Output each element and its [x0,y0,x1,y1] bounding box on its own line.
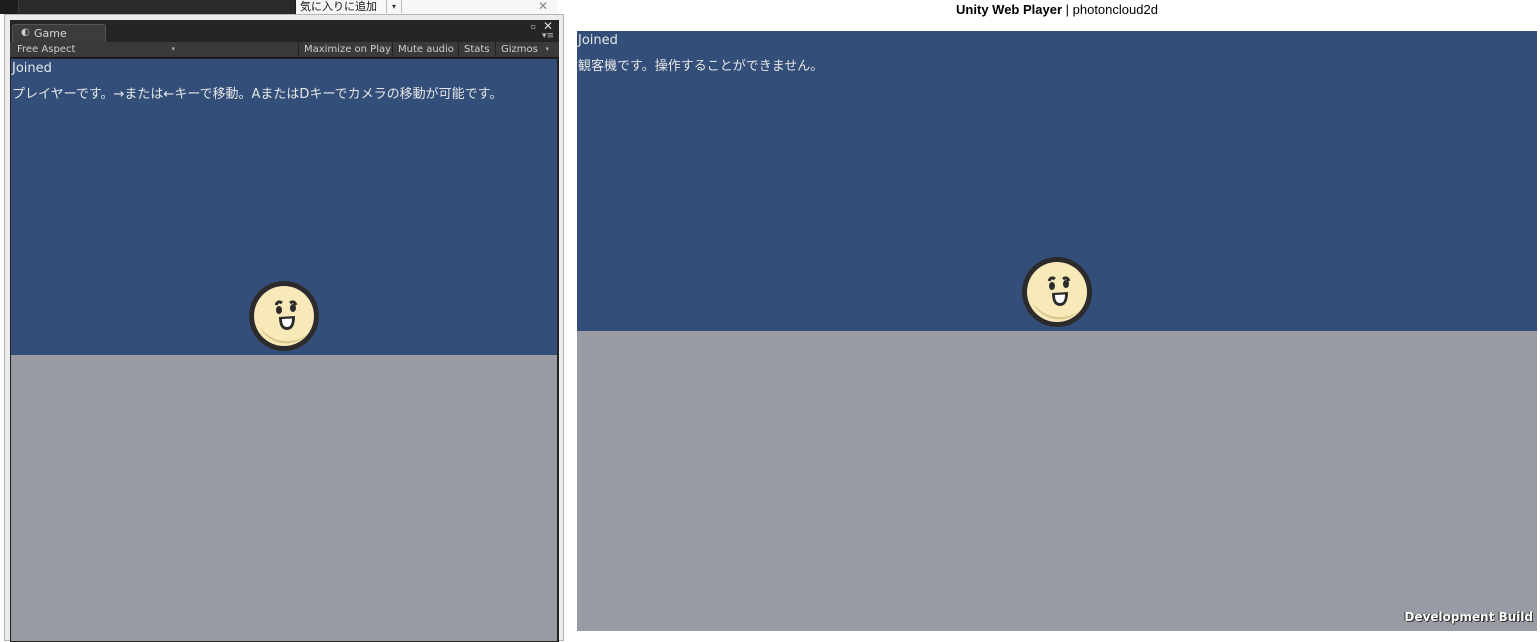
ground-floor [577,331,1537,631]
player-smiley-character [1022,257,1092,327]
panel-menu-icon[interactable]: ▾≡ [542,31,554,41]
page-title-project: photoncloud2d [1072,2,1158,17]
connection-status: Joined [12,61,52,76]
page-title-separator: | [1062,2,1073,17]
favorites-bar: 気に入りに追加 ▾ ✕ [296,0,558,15]
connection-status: Joined [578,33,618,48]
background-window-strip [0,0,296,14]
tab-game-label: Game [34,27,67,40]
development-build-label: Development Build [1404,610,1533,624]
page-title: Unity Web Player | photoncloud2d [577,0,1537,20]
maximize-on-play-toggle[interactable]: Maximize on Play [298,42,392,57]
aspect-label: Free Aspect [17,44,76,55]
editor-game-viewport[interactable]: Joined プレイヤーです。→または←キーで移動。AまたはDキーでカメラの移動… [11,59,557,641]
maximize-icon[interactable]: ▫ [531,22,536,31]
instruction-message: プレイヤーです。→または←キーで移動。AまたはDキーでカメラの移動が可能です。 [12,87,503,102]
spectator-message: 観客機です。操作することができません。 [578,59,824,74]
web-player-viewport[interactable]: Joined 観客機です。操作することができません。 Development B… [577,31,1537,631]
tab-bar: ◐ Game ▫ ✕ ▾≡ [10,19,559,42]
page-title-player: Unity Web Player [956,2,1063,17]
player-smiley-character [249,281,319,351]
gizmos-label: Gizmos [501,44,538,55]
chevron-down-icon: ▾ [545,45,549,53]
game-toolbar: Free Aspect ▾ Maximize on Play Mute audi… [10,42,559,58]
favorites-dropdown-icon[interactable]: ▾ [386,0,402,13]
gizmos-dropdown[interactable]: Gizmos ▾ [495,42,551,57]
mute-audio-toggle[interactable]: Mute audio [392,42,458,57]
aspect-dropdown[interactable]: Free Aspect ▾ [12,42,177,57]
background-window-panel [18,0,295,14]
close-icon[interactable]: ✕ [538,0,548,13]
chevron-down-icon: ▾ [171,45,175,53]
add-to-favorites-button[interactable]: 気に入りに追加 [300,0,377,14]
tab-game[interactable]: ◐ Game [12,24,106,42]
game-icon: ◐ [21,27,30,38]
stats-toggle[interactable]: Stats [458,42,495,57]
ground-floor [11,355,557,641]
